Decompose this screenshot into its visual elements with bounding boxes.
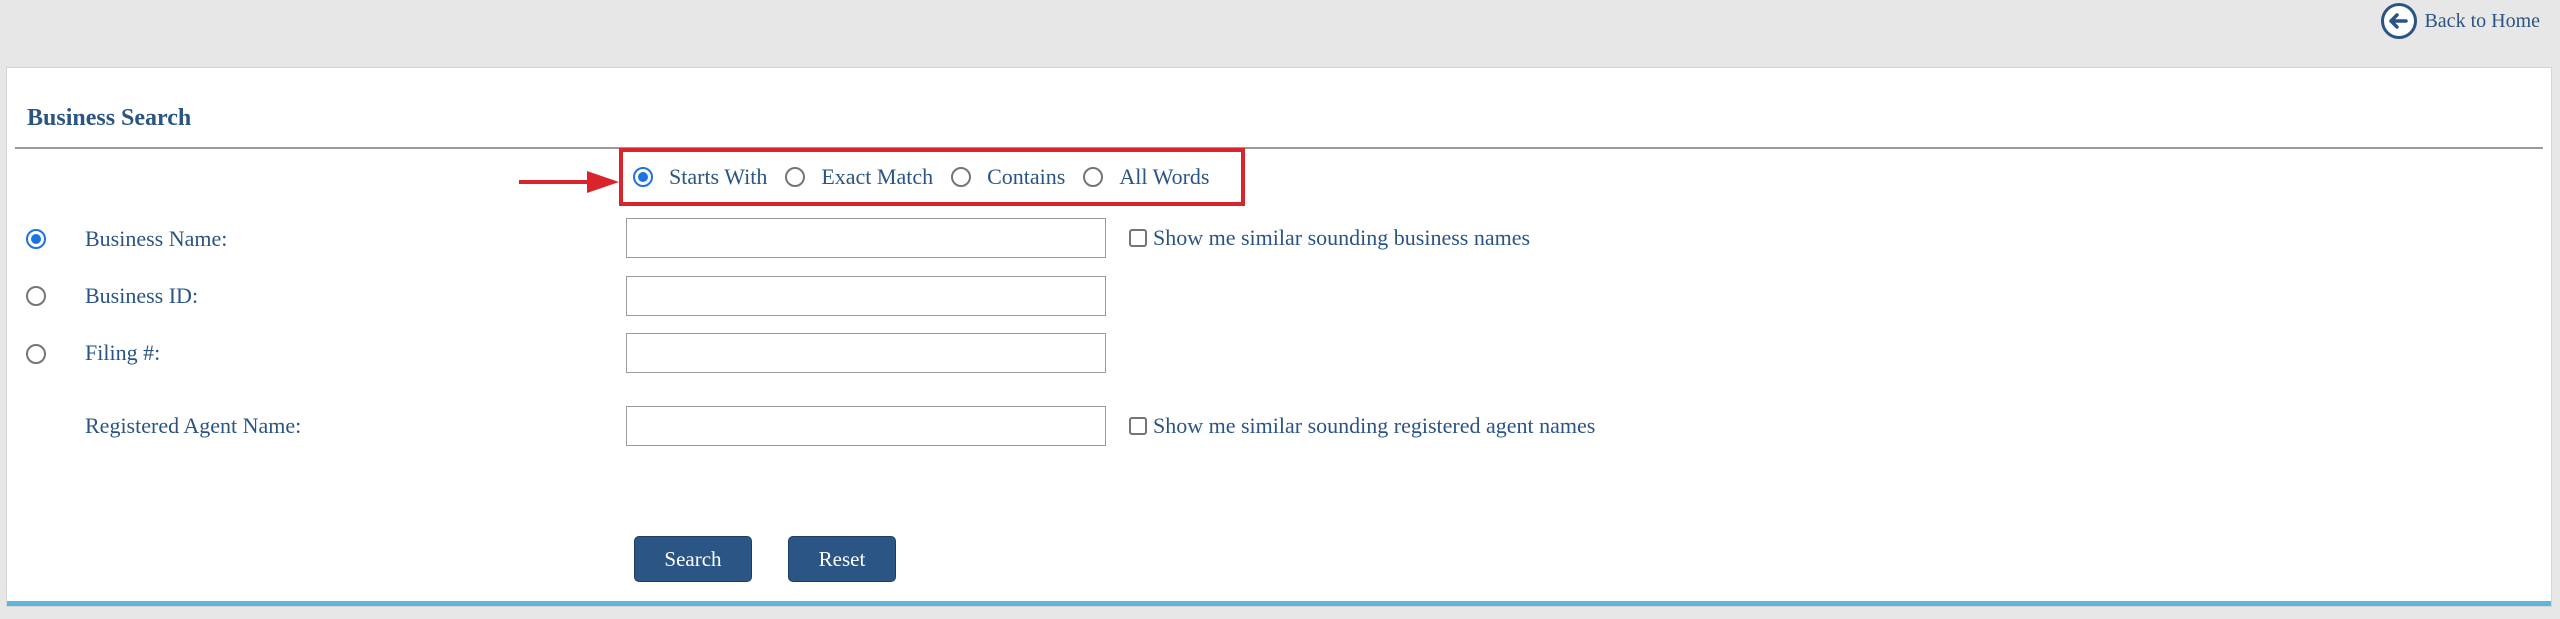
back-to-home-label: Back to Home	[2424, 9, 2540, 32]
business-id-input[interactable]	[626, 276, 1106, 316]
similar-business-names-label: Show me similar sounding business names	[1153, 225, 1531, 250]
search-by-business-id-radio[interactable]	[26, 286, 46, 306]
match-option-label: Contains	[987, 164, 1066, 189]
match-option-starts-with[interactable]: Starts With	[633, 164, 767, 190]
page-title: Business Search	[27, 105, 192, 131]
radio-contains[interactable]	[951, 167, 972, 187]
match-option-all-words[interactable]: All Words	[1083, 164, 1209, 190]
registered-agent-input[interactable]	[626, 406, 1106, 446]
similar-business-names-checkbox[interactable]	[1129, 229, 1147, 247]
title-divider	[15, 147, 2543, 149]
match-option-label: Exact Match	[821, 164, 934, 189]
arrow-left-circle-icon	[2381, 3, 2418, 39]
similar-business-names-option[interactable]: Show me similar sounding business names	[1129, 225, 1530, 251]
similar-agent-names-checkbox[interactable]	[1129, 417, 1147, 435]
reset-button[interactable]: Reset	[788, 536, 896, 582]
red-arrow-icon	[519, 171, 619, 193]
panel-bottom-accent	[7, 601, 2551, 606]
match-option-contains[interactable]: Contains	[951, 164, 1065, 190]
business-name-input[interactable]	[626, 218, 1106, 258]
match-option-label: All Words	[1119, 164, 1210, 189]
filing-number-input[interactable]	[626, 333, 1106, 373]
match-option-label: Starts With	[669, 164, 768, 189]
radio-exact-match[interactable]	[785, 167, 806, 187]
business-id-label: Business ID:	[85, 283, 199, 308]
search-by-filing-number-radio[interactable]	[26, 344, 46, 364]
registered-agent-label: Registered Agent Name:	[85, 413, 302, 438]
search-button[interactable]: Search	[634, 536, 752, 582]
business-name-label: Business Name:	[85, 226, 228, 251]
filing-number-label: Filing #:	[85, 340, 161, 365]
radio-starts-with[interactable]	[633, 167, 653, 187]
similar-agent-names-option[interactable]: Show me similar sounding registered agen…	[1129, 413, 1595, 439]
back-to-home-link[interactable]: Back to Home	[2380, 2, 2540, 40]
search-by-business-name-radio[interactable]	[26, 229, 46, 249]
radio-all-words[interactable]	[1083, 167, 1104, 187]
match-option-exact-match[interactable]: Exact Match	[785, 164, 933, 190]
similar-agent-names-label: Show me similar sounding registered agen…	[1153, 413, 1596, 438]
match-type-group: Starts With Exact Match Contains All Wor…	[619, 148, 1245, 206]
business-search-panel: Business Search Starts With Exact Match …	[6, 67, 2552, 607]
